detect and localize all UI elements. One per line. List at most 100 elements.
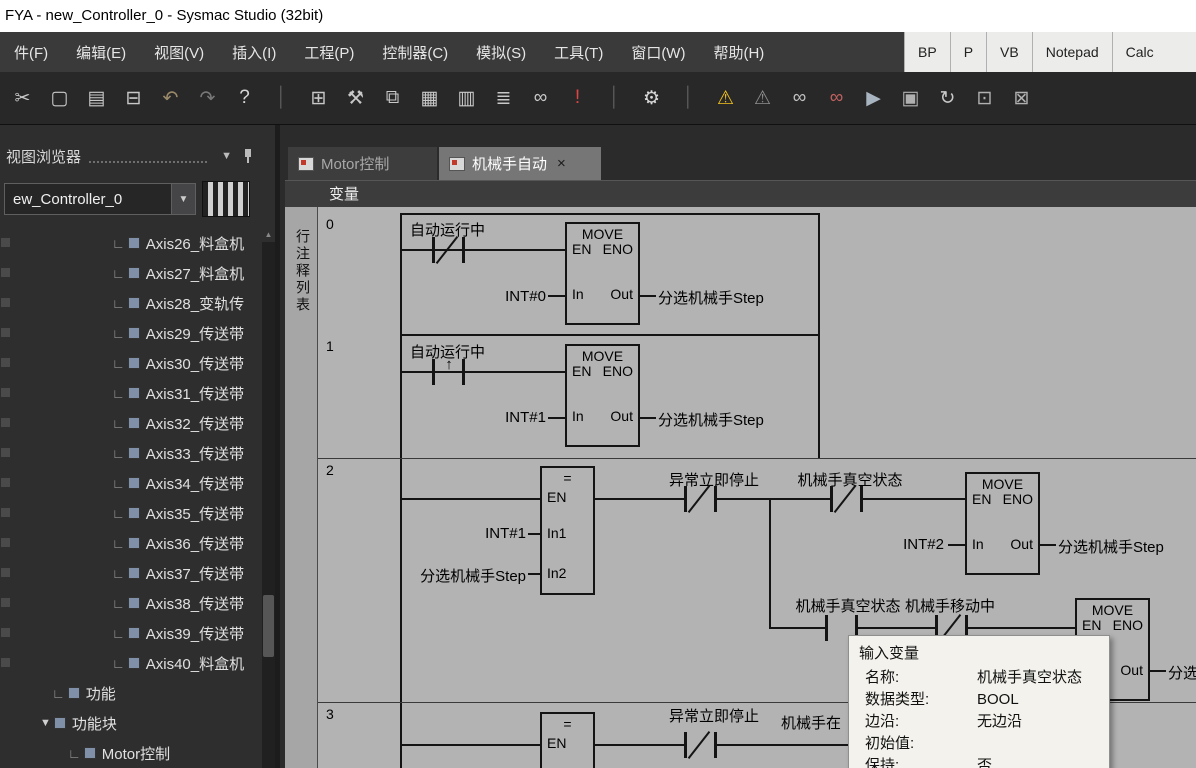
menu-item-project[interactable]: 工程(P) — [290, 32, 368, 72]
refresh-icon[interactable]: ↻ — [929, 80, 966, 116]
quick-launch-notepad[interactable]: Notepad — [1032, 32, 1112, 72]
controller-selector[interactable]: ew_Controller_0 ▼ — [4, 183, 196, 215]
tab-robot-auto[interactable]: 机械手自动 × — [439, 147, 601, 180]
toolbar-separator: │ — [596, 80, 633, 116]
rung2-in1-operand[interactable]: INT#1 — [466, 525, 526, 542]
rung2-move1-out-operand[interactable]: 分选机械手Step — [1058, 536, 1196, 557]
rung0-in-operand[interactable]: INT#0 — [494, 288, 546, 305]
rung1-move-block[interactable]: MOVE EN ENO In Out — [565, 344, 640, 447]
rung2-contact4-label[interactable]: 机械手移动中 — [880, 595, 1020, 616]
quick-launch-p[interactable]: P — [950, 32, 986, 72]
copy-icon[interactable]: ▢ — [41, 80, 78, 116]
menu-item-view[interactable]: 视图(V) — [140, 32, 218, 72]
cut-icon[interactable]: ✂ — [4, 80, 41, 116]
rung3-number[interactable]: 3 — [326, 706, 350, 722]
run-icon[interactable]: ▶ — [855, 80, 892, 116]
delete-icon[interactable]: ⊟ — [115, 80, 152, 116]
tree-item-axis27[interactable]: ∟ Axis27_料盒机 — [0, 258, 262, 288]
cross-reference-icon[interactable]: ≣ — [485, 80, 522, 116]
tree-item-functions[interactable]: ∟ 功能 — [0, 678, 262, 708]
rung2-contact2-label[interactable]: 机械手真空状态 — [770, 469, 930, 490]
tree-item-axis36[interactable]: ∟ Axis36_传送带 — [0, 528, 262, 558]
rung0-number[interactable]: 0 — [326, 216, 350, 232]
rung1-number[interactable]: 1 — [326, 338, 350, 354]
warning-yellow-icon[interactable]: ⚠ — [707, 80, 744, 116]
rung2-eq-block[interactable]: = EN In1 In2 — [540, 466, 595, 595]
collapse-panel-icon[interactable]: ▼ — [215, 150, 238, 162]
search-binoculars-icon[interactable]: ∞ — [522, 80, 559, 116]
tree-item-axis28[interactable]: ∟ Axis28_变轨传 — [0, 288, 262, 318]
rung3-eq-block[interactable]: = EN — [540, 712, 595, 768]
rung0-contact-label[interactable]: 自动运行中 — [380, 219, 515, 240]
rung1-in-operand[interactable]: INT#1 — [494, 409, 546, 426]
watch-glasses-red-icon[interactable]: ∞ — [818, 80, 855, 116]
scroll-up-icon[interactable]: ▲ — [262, 228, 275, 242]
chevron-down-icon[interactable]: ▼ — [171, 184, 195, 214]
error-list-icon[interactable]: ! — [559, 80, 596, 116]
rung2-move2-out-operand[interactable]: 分选 — [1168, 662, 1196, 683]
rung3-nc-contact[interactable] — [684, 732, 687, 758]
help-icon[interactable]: ? — [226, 80, 263, 116]
wrench-icon[interactable]: ⚒ — [337, 80, 374, 116]
tree-item-axis29[interactable]: ∟ Axis29_传送带 — [0, 318, 262, 348]
check-program-icon[interactable]: ⚙ — [633, 80, 670, 116]
quick-launch-vb[interactable]: VB — [986, 32, 1032, 72]
tree-item-axis32[interactable]: ∟ Axis32_传送带 — [0, 408, 262, 438]
rung2-move1-block[interactable]: MOVE EN ENO In Out — [965, 472, 1040, 575]
paste-icon[interactable]: ▤ — [78, 80, 115, 116]
pin-panel-icon[interactable] — [242, 149, 254, 163]
rung0-move-block[interactable]: MOVE EN ENO In Out — [565, 222, 640, 325]
quick-launch-bp[interactable]: BP — [904, 32, 950, 72]
rung1-out-operand[interactable]: 分选机械手Step — [658, 409, 808, 430]
monitor-icon[interactable]: ⊡ — [966, 80, 1003, 116]
rung2-move1-in-operand[interactable]: INT#2 — [882, 536, 944, 553]
rung2-number[interactable]: 2 — [326, 462, 350, 478]
watch-glasses-icon[interactable]: ∞ — [781, 80, 818, 116]
build-icon[interactable]: ⊞ — [300, 80, 337, 116]
redo-icon[interactable]: ↷ — [189, 80, 226, 116]
tab-motor-control[interactable]: Motor控制 — [288, 147, 437, 180]
monitor-compare-icon[interactable]: ⊠ — [1003, 80, 1040, 116]
menu-item-file[interactable]: 件(F) — [0, 32, 62, 72]
rung0-nc-contact[interactable] — [462, 237, 465, 263]
menu-item-help[interactable]: 帮助(H) — [699, 32, 778, 72]
rung0-out-operand[interactable]: 分选机械手Step — [658, 287, 808, 308]
menu-item-controller[interactable]: 控制器(C) — [368, 32, 462, 72]
watch-table-icon[interactable]: ▦ — [411, 80, 448, 116]
undo-icon[interactable]: ↶ — [152, 80, 189, 116]
rung3-contact1-label[interactable]: 异常立即停止 — [644, 705, 784, 726]
close-tab-icon[interactable]: × — [557, 155, 566, 172]
rung0-nc-contact[interactable] — [432, 237, 435, 263]
tree-item-axis34[interactable]: ∟ Axis34_传送带 — [0, 468, 262, 498]
rung2-no-contact[interactable] — [825, 615, 828, 641]
tree-item-axis39[interactable]: ∟ Axis39_传送带 — [0, 618, 262, 648]
rung2-wire — [717, 498, 830, 500]
expand-triangle-icon[interactable]: ▼ — [40, 717, 51, 729]
rung2-nc-contact[interactable] — [830, 486, 833, 512]
menu-item-window[interactable]: 窗口(W) — [617, 32, 699, 72]
tree-item-axis30[interactable]: ∟ Axis30_传送带 — [0, 348, 262, 378]
tree-item-function-blocks[interactable]: ▼ 功能块 — [0, 708, 262, 738]
tree-item-axis38[interactable]: ∟ Axis38_传送带 — [0, 588, 262, 618]
tree-item-axis35[interactable]: ∟ Axis35_传送带 — [0, 498, 262, 528]
layers-icon[interactable]: ▣ — [892, 80, 929, 116]
tree-item-axis33[interactable]: ∟ Axis33_传送带 — [0, 438, 262, 468]
tree-item-motor-control[interactable]: ∟ Motor控制 — [0, 738, 262, 768]
rung2-nc-contact[interactable] — [684, 486, 687, 512]
tree-item-axis37[interactable]: ∟ Axis37_传送带 — [0, 558, 262, 588]
menu-item-insert[interactable]: 插入(I) — [218, 32, 290, 72]
explorer-scrollbar[interactable]: ▲ — [262, 228, 275, 768]
menu-item-edit[interactable]: 编辑(E) — [62, 32, 140, 72]
tree-item-axis31[interactable]: ∟ Axis31_传送带 — [0, 378, 262, 408]
warning-gray-icon[interactable]: ⚠ — [744, 80, 781, 116]
scrollbar-thumb[interactable] — [263, 595, 274, 657]
split-window-icon[interactable]: ⧉ — [374, 80, 411, 116]
tree-item-axis26[interactable]: ∟ Axis26_料盒机 — [0, 228, 262, 258]
tree-item-axis40[interactable]: ∟ Axis40_料盒机 — [0, 648, 262, 678]
rung2-in2-operand[interactable]: 分选机械手Step — [404, 565, 526, 586]
menu-item-tools[interactable]: 工具(T) — [540, 32, 617, 72]
variables-section-header[interactable]: 变量 — [285, 180, 1196, 207]
data-table-icon[interactable]: ▥ — [448, 80, 485, 116]
menu-item-simulation[interactable]: 模拟(S) — [462, 32, 540, 72]
quick-launch-calc[interactable]: Calc — [1112, 32, 1167, 72]
